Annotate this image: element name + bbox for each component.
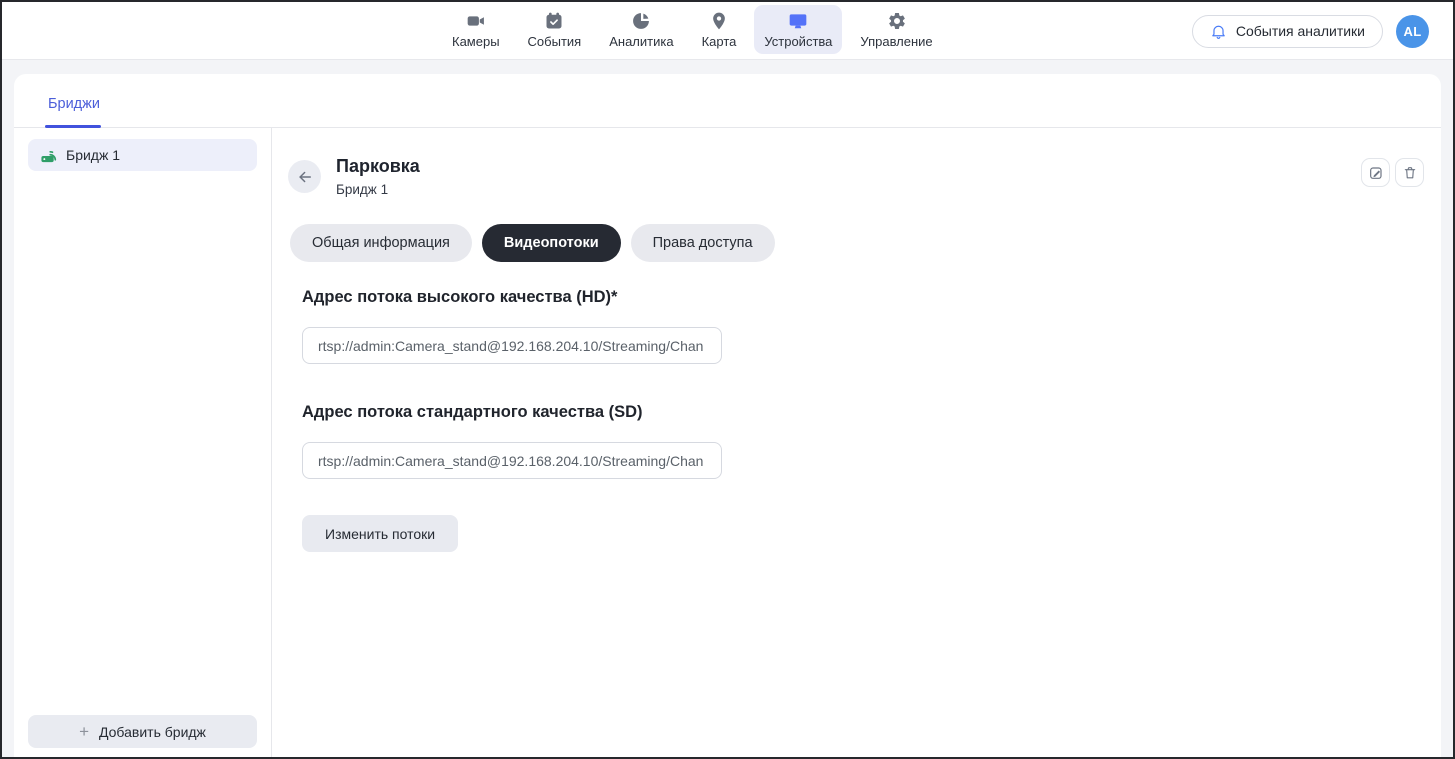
nav-item-map[interactable]: Карта <box>692 5 747 54</box>
bridge-details: Парковка Бридж 1 Общая информация <box>272 128 1441 757</box>
sd-stream-input[interactable] <box>302 442 722 479</box>
nav-item-label: Камеры <box>452 34 500 49</box>
nav-item-analytics[interactable]: Аналитика <box>599 5 683 54</box>
devices-panel: Бриджи Бридж 1 + Добавить бридж <box>14 74 1441 757</box>
page-title: Парковка <box>336 156 420 177</box>
add-bridge-button[interactable]: + Добавить бридж <box>28 715 257 748</box>
camera-icon <box>466 11 486 31</box>
hd-stream-input[interactable] <box>302 327 722 364</box>
devices-icon <box>788 11 808 31</box>
edit-button[interactable] <box>1361 158 1390 187</box>
back-button[interactable] <box>288 160 321 193</box>
add-bridge-label: Добавить бридж <box>99 724 206 740</box>
bridges-sidebar: Бридж 1 + Добавить бридж <box>14 128 272 757</box>
analytics-events-button[interactable]: События аналитики <box>1192 15 1383 48</box>
main-nav: Камеры События Аналитика Карта <box>442 5 943 54</box>
hd-stream-label: Адрес потока высокого качества (HD)* <box>302 288 1441 307</box>
panel-tab-bar: Бриджи <box>14 74 1441 128</box>
bridge-header: Парковка Бридж 1 <box>288 156 1441 197</box>
content-area: Бриджи Бридж 1 + Добавить бридж <box>2 60 1453 757</box>
tab-general-info[interactable]: Общая информация <box>290 224 472 262</box>
nav-item-label: Аналитика <box>609 34 673 49</box>
sidebar-item-label: Бридж 1 <box>66 147 120 163</box>
nav-item-label: События <box>528 34 582 49</box>
bridge-tabs: Общая информация Видеопотоки Права досту… <box>290 224 1441 262</box>
tab-access-rights[interactable]: Права доступа <box>631 224 775 262</box>
nav-item-devices[interactable]: Устройства <box>754 5 842 54</box>
sd-stream-label: Адрес потока стандартного качества (SD) <box>302 403 1441 422</box>
nav-item-cameras[interactable]: Камеры <box>442 5 510 54</box>
bell-icon <box>1210 23 1227 40</box>
plus-icon: + <box>79 723 89 740</box>
tab-bridges[interactable]: Бриджи <box>46 96 102 127</box>
settings-icon <box>887 11 907 31</box>
nav-item-management[interactable]: Управление <box>850 5 942 54</box>
events-icon <box>544 11 564 31</box>
avatar[interactable]: AL <box>1396 15 1429 48</box>
tab-video-streams[interactable]: Видеопотоки <box>482 224 621 262</box>
analytics-events-label: События аналитики <box>1236 23 1365 39</box>
topbar-right: События аналитики AL <box>1192 2 1429 60</box>
title-block: Парковка Бридж 1 <box>336 156 420 197</box>
nav-item-events[interactable]: События <box>518 5 592 54</box>
bridge-icon <box>40 147 57 164</box>
panel-body: Бридж 1 + Добавить бридж Парковка <box>14 128 1441 757</box>
trash-icon <box>1402 165 1418 181</box>
delete-button[interactable] <box>1395 158 1424 187</box>
analytics-icon <box>631 11 651 31</box>
tab-bridges-label: Бриджи <box>48 96 100 112</box>
nav-item-label: Карта <box>702 34 737 49</box>
page-subtitle: Бридж 1 <box>336 182 420 197</box>
map-icon <box>709 11 729 31</box>
nav-item-label: Управление <box>860 34 932 49</box>
nav-item-label: Устройства <box>764 34 832 49</box>
header-actions <box>1361 158 1424 187</box>
streams-form: Адрес потока высокого качества (HD)* Адр… <box>302 288 1441 552</box>
arrow-left-icon <box>296 168 314 186</box>
sidebar-item-bridge-1[interactable]: Бридж 1 <box>28 139 257 171</box>
edit-streams-button[interactable]: Изменить потоки <box>302 515 458 552</box>
edit-icon <box>1368 165 1384 181</box>
app-window: Камеры События Аналитика Карта <box>0 0 1455 759</box>
top-navigation-bar: Камеры События Аналитика Карта <box>2 2 1453 60</box>
